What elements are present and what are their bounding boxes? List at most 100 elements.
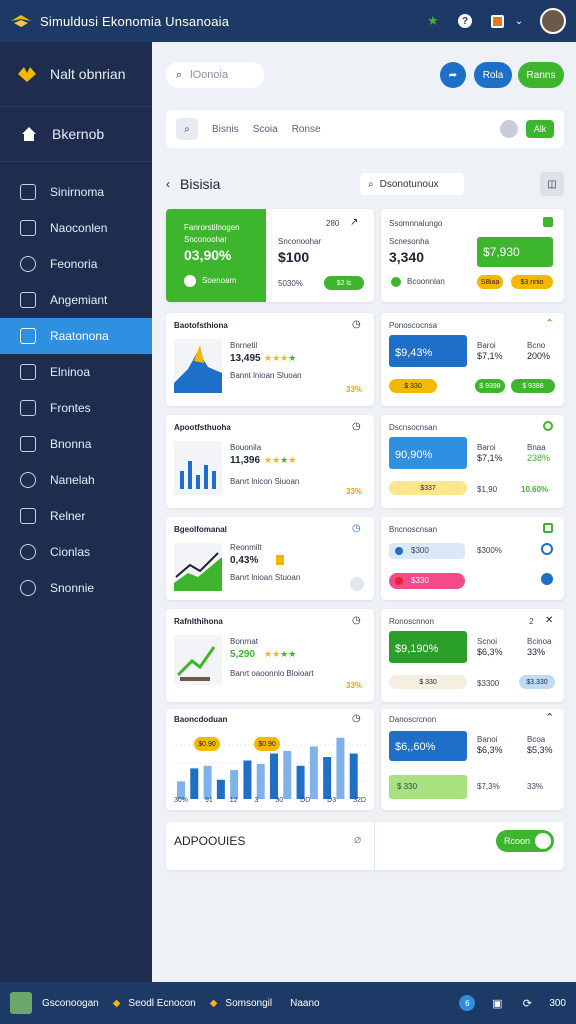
bottom-button-label: Rcoon	[504, 836, 531, 846]
card-title: Apootfsthuoha	[174, 423, 231, 432]
orange-pill[interactable]: SBiaa	[477, 275, 503, 289]
top-button-1[interactable]: Rola	[474, 62, 512, 88]
card-left-1[interactable]: Fanrorstilnogen Snconoohar 03,90% Soenoa…	[166, 209, 374, 302]
back-arrow-icon[interactable]: ‹	[166, 177, 170, 191]
search-icon[interactable]: ⌕	[176, 118, 198, 140]
tab-2[interactable]: Scoia	[253, 124, 278, 135]
chart-bar	[270, 753, 278, 799]
info-icon[interactable]	[500, 120, 518, 138]
filter-icon[interactable]: ◫	[540, 172, 564, 196]
search-input[interactable]: ⌕ lOonoia	[166, 62, 264, 88]
mountain-chart-icon	[174, 339, 222, 393]
col-footer: $3300	[477, 679, 500, 688]
card-left-5[interactable]: Rafnlthihona ◷ Bonrnat 5,290 ★★★★ Banrt …	[166, 609, 374, 702]
sidebar-item-label: Elninoa	[50, 365, 91, 379]
card-title: Ssomnnalungo	[389, 219, 443, 228]
bottom-toggle-button[interactable]: Rcoon	[496, 830, 554, 852]
sidebar-item-5[interactable]: Raatonona	[0, 318, 152, 354]
sidebar-item-1[interactable]: Sinirnoma	[0, 174, 152, 210]
sidebar-item-10[interactable]: Relner	[0, 498, 152, 534]
clock-icon[interactable]: ◷	[352, 319, 361, 330]
card-title: Ronoscnnon	[389, 617, 434, 626]
green-pill[interactable]: $ 9398	[475, 379, 505, 393]
chart-icon[interactable]: ↗	[350, 217, 358, 228]
help-icon[interactable]: ?	[456, 12, 474, 30]
sidebar-item-7[interactable]: Frontes	[0, 390, 152, 426]
clock-icon[interactable]: ◷	[352, 713, 361, 724]
refresh-icon[interactable]	[543, 421, 553, 431]
card-right-3[interactable]: Dscnsocnsan 90,90% Baroi $7,1% Bnaa 238%…	[381, 415, 564, 508]
sidebar-item-2[interactable]: Naoconlen	[0, 210, 152, 246]
clock-icon[interactable]: ◷	[352, 615, 361, 626]
card-title: Bgeolfomanal	[174, 525, 227, 534]
sidebar-item-9[interactable]: Nanelah	[0, 462, 152, 498]
card-right-2[interactable]: Ponoscocnsa ⌃ $9,43% Baroi $7,1% Bcno 20…	[381, 313, 564, 406]
coin-icon	[350, 577, 364, 591]
chevron-down-icon[interactable]: ⌄	[510, 12, 528, 30]
sidebar-item-6[interactable]: Elninoa	[0, 354, 152, 390]
sidebar-item-3[interactable]: Feonoria	[0, 246, 152, 282]
clock-icon[interactable]: ◷	[352, 523, 361, 534]
chart-x-label: 30	[275, 797, 284, 804]
toolbar-action-button[interactable]: Alk	[526, 120, 554, 138]
card-right-1[interactable]: Ssomnnalungo Scnesonha 3,340 $7,930 Bcoo…	[381, 209, 564, 302]
info-icon[interactable]	[541, 573, 553, 585]
close-icon[interactable]: ✕	[545, 615, 553, 626]
col-value-2: $7,1%	[477, 351, 503, 361]
section-search[interactable]: ⌕ Dsonotunoux	[360, 173, 464, 195]
col-label-3: Bcoa	[527, 735, 546, 744]
document-icon[interactable]: ▣	[489, 995, 505, 1011]
card-left-3[interactable]: Apootfsthuoha ◷ Bouonila 11,396 ★★★★ Ban…	[166, 415, 374, 508]
refresh-icon[interactable]: ⟳	[519, 995, 535, 1011]
badge-count: 6	[459, 995, 476, 1011]
user-icon[interactable]	[541, 543, 553, 555]
notification-badge[interactable]: 6	[459, 995, 476, 1011]
card-sub2: Snconoohar	[278, 237, 322, 246]
col-label-2: Scnoi	[477, 637, 498, 646]
sidebar-item-11[interactable]: Cionlas	[0, 534, 152, 570]
sidebar-home-label: Bkernob	[52, 126, 105, 142]
card-right-4[interactable]: Bncnoscnsan $300 $300% $330	[381, 517, 564, 600]
sidebar-item-4[interactable]: Angemiant	[0, 282, 152, 318]
stat-value: 0,43%	[230, 555, 259, 566]
chevron-up-icon[interactable]: ⌃	[545, 317, 554, 330]
user-avatar-small[interactable]	[10, 992, 32, 1014]
col-value-2: $6,3%	[477, 745, 503, 755]
sidebar-item-8[interactable]: Bnonna	[0, 426, 152, 462]
top-button-2[interactable]: Ranns	[518, 62, 564, 88]
light-blue-pill[interactable]: $3.330	[519, 675, 555, 689]
footer-bar: Gsconoogan ◆ Seodl Ecnocon ◆ Somsongil N…	[0, 982, 576, 1024]
card-badge[interactable]: $2 ls	[324, 276, 364, 290]
bar-chart-icon	[174, 441, 222, 495]
beige-pill[interactable]: $ 330	[389, 675, 467, 689]
green-pill[interactable]: $ 9388	[511, 379, 555, 393]
share-button[interactable]: ➦	[440, 62, 466, 88]
star-icon[interactable]: ★	[424, 12, 442, 30]
orange-pill[interactable]: $ 330	[389, 379, 437, 393]
chart-bar	[323, 757, 332, 799]
card-right-5[interactable]: Ronoscnnon 2 ✕ $9,190% Scnoi $6,3% Bcino…	[381, 609, 564, 702]
chevron-up-icon[interactable]: ⌃	[545, 711, 554, 724]
yellow-pill[interactable]: $3 nnio	[511, 275, 553, 289]
tab-1[interactable]: Bisnis	[212, 124, 239, 135]
sidebar-item-label: Frontes	[50, 401, 91, 415]
tab-3[interactable]: Ronse	[292, 124, 321, 135]
card-title: Rafnlthihona	[174, 617, 223, 626]
circle-icon	[20, 256, 36, 272]
card-note: 5030%	[278, 279, 303, 288]
card-left-6-chart[interactable]: Baoncdoduan ◷ $0.90 $0.90 30% 91 12 3 30 DD D3…	[166, 709, 374, 810]
card-left-4[interactable]: Bgeolfomanal ◷ Reonmilt 0,43% Banrt lnio…	[166, 517, 374, 600]
card-title: Dscnsocnsan	[389, 423, 438, 432]
user-avatar[interactable]	[540, 8, 566, 34]
card-right-6[interactable]: Danoscrcnon ⌃ $6,,60% Banoi $6,3% Bcoa $…	[381, 709, 564, 810]
card-price: $100	[278, 249, 310, 265]
card-left-2[interactable]: Baotofsthiona ◷ Bnrnetil 13,495 ★★★★ Ban…	[166, 313, 374, 406]
calendar-icon[interactable]	[488, 12, 506, 30]
yellow-pill[interactable]: $337	[389, 481, 467, 495]
shield-icon[interactable]	[543, 523, 553, 533]
clock-icon[interactable]: ◷	[352, 421, 361, 432]
sidebar-item-home[interactable]: Bkernob	[0, 106, 152, 162]
sidebar-item-12[interactable]: Snonnie	[0, 570, 152, 606]
link-icon[interactable]: ⌀	[354, 832, 361, 846]
leaf-icon[interactable]	[543, 217, 553, 227]
